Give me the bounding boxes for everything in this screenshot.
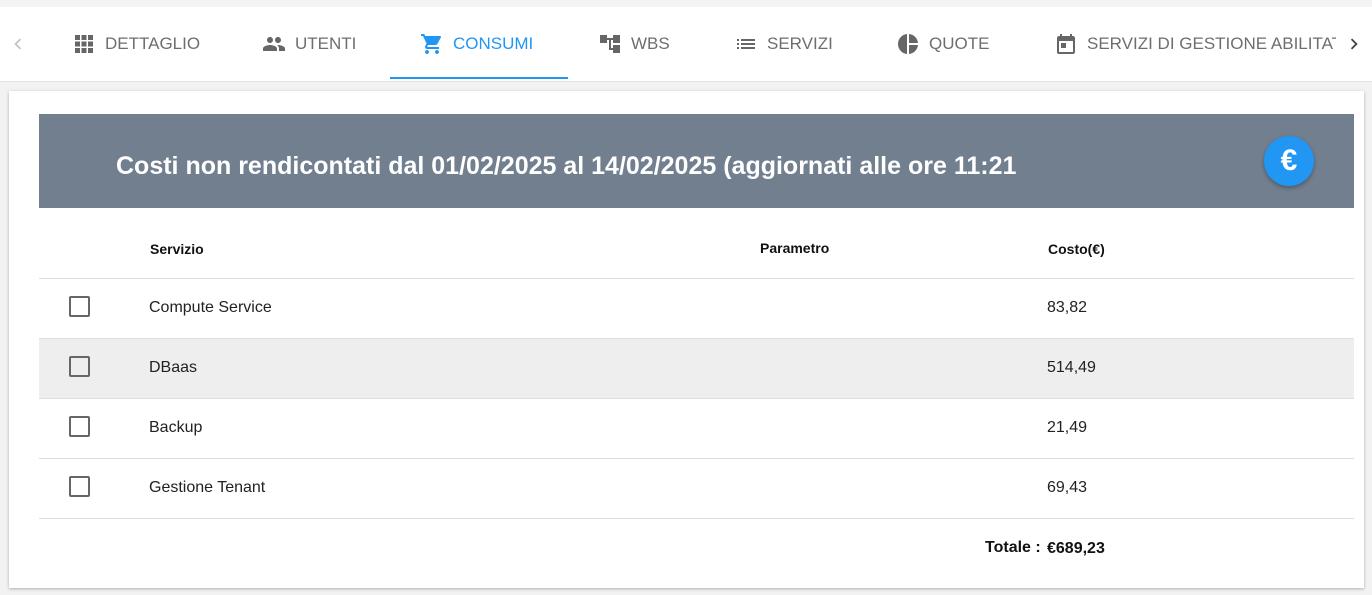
service-cost: 69,43	[1047, 479, 1088, 496]
table-row: DBaas 514,49	[39, 339, 1354, 399]
total-label: Totale :	[985, 539, 1041, 556]
list-icon	[734, 32, 758, 56]
table-row: Gestione Tenant 69,43	[39, 459, 1354, 519]
tab-utenti[interactable]: UTENTI	[262, 7, 356, 81]
row-checkbox[interactable]	[69, 356, 90, 377]
total-value: €689,23	[1047, 540, 1105, 557]
chevron-right-icon	[1350, 38, 1358, 50]
tab-dettaglio[interactable]: DETTAGLIO	[72, 7, 200, 81]
tab-label: QUOTE	[929, 34, 990, 53]
service-name: DBaas	[149, 359, 198, 376]
tab-label: DETTAGLIO	[105, 34, 201, 53]
tab-quote[interactable]: QUOTE	[896, 7, 989, 81]
tab-consumi[interactable]: CONSUMI	[420, 7, 533, 81]
table-row: Compute Service 83,82	[39, 279, 1354, 339]
tab-label: SERVIZI DI GESTIONE ABILITATI	[1087, 34, 1336, 53]
costs-card: Costi non rendicontati dal 01/02/2025 al…	[9, 91, 1364, 588]
cart-icon	[420, 32, 444, 56]
service-cost: 21,49	[1047, 419, 1088, 436]
top-strip	[0, 0, 1372, 7]
euro-icon: €	[1280, 144, 1298, 177]
scroll-left-button[interactable]	[0, 7, 36, 81]
tab-label: WBS	[631, 34, 670, 53]
grid-icon	[72, 32, 96, 56]
row-checkbox[interactable]	[69, 296, 90, 317]
users-icon	[262, 32, 286, 56]
row-checkbox[interactable]	[69, 476, 90, 497]
service-cost: 514,49	[1047, 359, 1096, 376]
row-checkbox[interactable]	[69, 416, 90, 437]
scroll-right-button[interactable]	[1336, 7, 1372, 81]
chevron-left-icon	[14, 38, 22, 50]
calendar-icon	[1054, 32, 1078, 56]
service-name: Gestione Tenant	[149, 479, 266, 496]
tabs-viewport: DETTAGLIO UTENTI CONSUMI WBS SERVIZI QUO…	[38, 7, 1336, 81]
euro-button[interactable]: €	[1264, 136, 1314, 186]
pie-icon	[896, 32, 920, 56]
column-header-service: Servizio	[150, 241, 204, 257]
tab-servizi[interactable]: SERVIZI	[734, 7, 833, 81]
hierarchy-icon	[598, 32, 622, 56]
tab-label: UTENTI	[295, 34, 357, 53]
page-title: Costi non rendicontati dal 01/02/2025 al…	[116, 152, 1017, 180]
tab-wbs[interactable]: WBS	[598, 7, 670, 81]
costs-banner: Costi non rendicontati dal 01/02/2025 al…	[39, 114, 1354, 208]
service-name: Compute Service	[149, 299, 272, 316]
tab-label: CONSUMI	[453, 34, 534, 53]
tab-bar: DETTAGLIO UTENTI CONSUMI WBS SERVIZI QUO…	[0, 7, 1372, 82]
table-body: Compute Service 83,82 DBaas 514,49 Backu…	[39, 279, 1354, 519]
tab-label: SERVIZI	[767, 34, 833, 53]
active-tab-indicator	[390, 77, 568, 79]
column-header-cost: Costo(€)	[1048, 241, 1105, 257]
service-cost: 83,82	[1047, 299, 1088, 316]
service-name: Backup	[149, 419, 203, 436]
table-row: Backup 21,49	[39, 399, 1354, 459]
column-header-parameter: Parametro	[760, 240, 830, 256]
tab-servizi-di-gestione[interactable]: SERVIZI DI GESTIONE ABILITATI	[1054, 7, 1336, 81]
